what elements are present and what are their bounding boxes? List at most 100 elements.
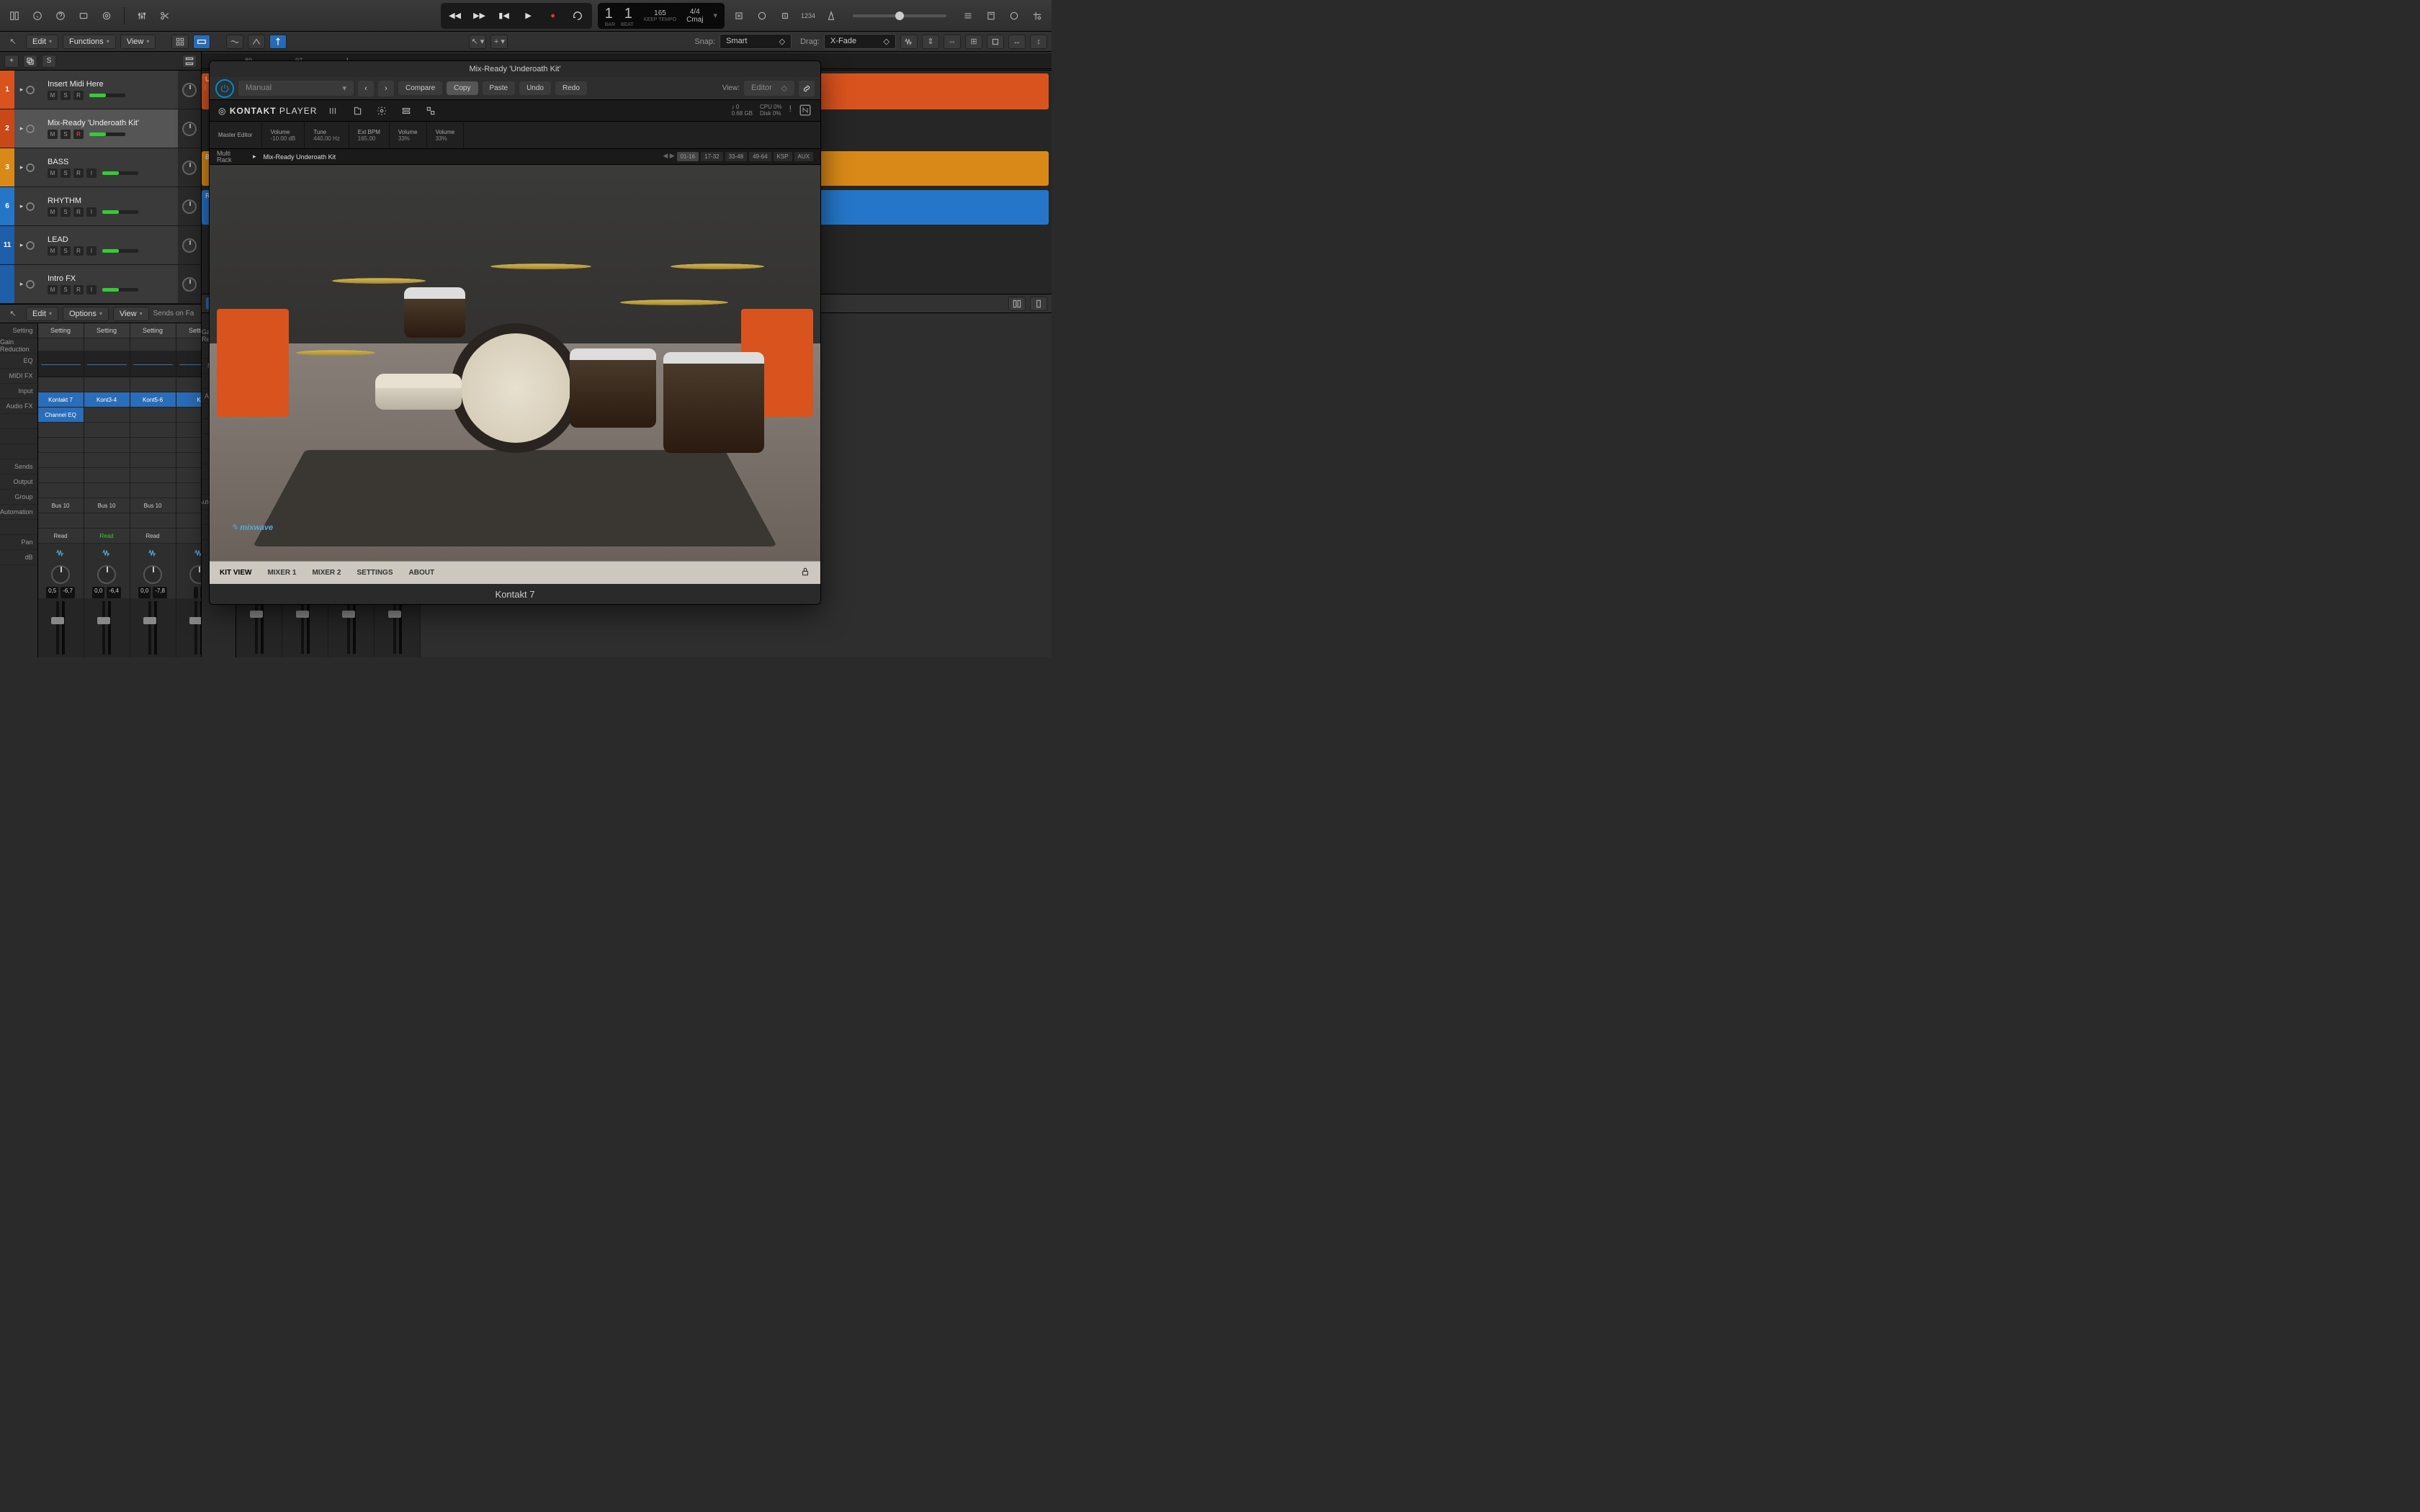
quicksampler-icon[interactable] <box>98 7 115 24</box>
compare-button[interactable]: Compare <box>398 81 442 95</box>
kontakt-files-icon[interactable] <box>349 102 366 120</box>
lcd-display[interactable]: 1 1 BAR BEAT 165KEEP TEMPO 4/4Cmaj ▾ <box>598 3 725 29</box>
catch-icon[interactable] <box>269 35 287 49</box>
rack-tom[interactable] <box>404 287 465 338</box>
floor-tom-1[interactable] <box>570 348 656 428</box>
pan-knob[interactable] <box>182 161 197 175</box>
autopunch-icon[interactable] <box>753 7 771 24</box>
vzoom-icon[interactable]: ⇕ <box>922 35 939 49</box>
input-monitor-button[interactable]: I <box>86 207 97 217</box>
audiofx-slot[interactable] <box>130 438 176 453</box>
fader[interactable] <box>176 598 201 657</box>
solo-button[interactable]: S <box>60 168 71 178</box>
pan-knob[interactable] <box>182 122 197 136</box>
group-slot[interactable] <box>176 513 201 528</box>
link-button[interactable] <box>799 81 815 96</box>
kick-drum[interactable] <box>451 323 581 453</box>
pan-knob[interactable] <box>143 565 162 584</box>
pan-knob[interactable] <box>189 565 201 584</box>
plugin-prev-button[interactable]: ‹ <box>358 81 374 96</box>
waveform-zoom-icon[interactable] <box>900 35 918 49</box>
solo-button[interactable]: S <box>60 285 71 294</box>
track-row[interactable]: 1 ▸ Insert Midi Here M S R <box>0 71 201 109</box>
zoom-icon[interactable] <box>987 35 1004 49</box>
output-slot[interactable]: Bus 10 <box>84 498 130 513</box>
copy-button[interactable]: Copy <box>447 81 478 95</box>
help-icon[interactable] <box>52 7 69 24</box>
floor-tom-2[interactable] <box>663 352 764 453</box>
volume-slider[interactable] <box>102 249 138 253</box>
mute-button[interactable]: M <box>48 285 58 294</box>
kontakt-kit-view[interactable]: ✎ mixwave <box>210 165 820 561</box>
wide-channel-icon[interactable] <box>1008 297 1026 311</box>
audiofx-slot[interactable] <box>84 438 130 453</box>
volume-slider[interactable] <box>102 171 138 175</box>
sends-slot[interactable] <box>130 483 176 498</box>
pan-knob[interactable] <box>182 238 197 253</box>
volume-slider[interactable] <box>102 210 138 214</box>
output-slot[interactable]: Bus 10 <box>38 498 84 513</box>
plugin-window-title[interactable]: Mix-Ready 'Underoath Kit' <box>210 61 820 77</box>
master-param[interactable]: Master Editor <box>210 122 262 148</box>
mixer-view-menu[interactable]: View <box>113 307 149 321</box>
flex-icon[interactable] <box>226 35 243 49</box>
volume-slider[interactable] <box>89 132 125 136</box>
view-menu[interactable]: View <box>120 35 156 49</box>
record-enable-button[interactable]: R <box>73 207 84 217</box>
hzoom-icon[interactable]: ⇔ <box>944 35 961 49</box>
input-slot[interactable]: K <box>176 392 201 408</box>
setting-slot[interactable]: Setting <box>38 323 84 338</box>
mute-button[interactable]: M <box>48 168 58 178</box>
audiofx-slot[interactable]: Channel EQ <box>38 408 84 423</box>
kontakt-options-icon[interactable] <box>373 102 390 120</box>
record-enable-button[interactable]: R <box>73 285 84 294</box>
vzoom2-icon[interactable]: ↕ <box>1030 35 1047 49</box>
input-monitor-button[interactable]: I <box>86 285 97 294</box>
setting-slot[interactable]: Setting <box>84 323 130 338</box>
eq-thumbnail[interactable] <box>84 351 130 377</box>
record-enable-button[interactable]: R <box>73 168 84 178</box>
region-view-icon[interactable] <box>193 35 210 49</box>
audiofx-slot[interactable] <box>130 453 176 468</box>
forward-button[interactable]: ▶▶ <box>468 6 491 26</box>
group-slot[interactable] <box>84 513 130 528</box>
output-page[interactable]: 17-32 <box>701 152 722 161</box>
group-slot[interactable] <box>38 513 84 528</box>
pointer-tool-icon[interactable]: ↖ ▾ <box>469 35 486 49</box>
kontakt-tab[interactable]: ABOUT <box>409 569 435 577</box>
kontakt-tab[interactable]: SETTINGS <box>357 569 393 577</box>
audiofx-slot[interactable] <box>130 468 176 483</box>
browser-icon[interactable] <box>1028 7 1046 24</box>
input-slot[interactable]: Kontakt 7 <box>38 392 84 408</box>
pan-knob[interactable] <box>182 277 197 292</box>
plugin-preset-select[interactable]: Manual▾ <box>238 81 354 96</box>
snare-drum[interactable] <box>375 374 462 410</box>
redo-button[interactable]: Redo <box>555 81 587 95</box>
input-slot[interactable]: Kont5-6 <box>130 392 176 408</box>
channel-strip[interactable]: Setting Kont3-4 Bus 10 Read 0,0-6,4 <box>84 323 130 657</box>
mute-button[interactable]: M <box>48 246 58 256</box>
mixer-edit-menu[interactable]: Edit <box>26 307 58 321</box>
hihat-cymbal[interactable] <box>295 350 376 356</box>
input-slot[interactable]: Kont3-4 <box>84 392 130 408</box>
lock-icon[interactable] <box>800 567 810 579</box>
plugin-power-button[interactable] <box>215 79 234 98</box>
mixer-options-menu[interactable]: Options <box>63 307 109 321</box>
scissors-icon[interactable] <box>156 7 174 24</box>
eq-thumbnail[interactable] <box>130 351 176 377</box>
output-page[interactable]: AUX <box>794 152 813 161</box>
crash-left-cymbal[interactable] <box>331 278 427 284</box>
list-view-icon[interactable] <box>959 7 977 24</box>
output-slot[interactable]: Bus 10 <box>130 498 176 513</box>
snap-select[interactable]: Smart◇ <box>720 34 792 49</box>
track-icon[interactable]: ▸ <box>14 226 43 264</box>
audiofx-slot[interactable] <box>84 423 130 438</box>
channel-strip[interactable]: Setting Kont5-6 Bus 10 Read 0,0-7,8 <box>130 323 176 657</box>
kontakt-tab[interactable]: MIXER 1 <box>267 569 296 577</box>
solo-button[interactable]: S <box>60 130 71 139</box>
input-monitor-button[interactable]: I <box>86 168 97 178</box>
track-filter-button[interactable] <box>182 55 197 68</box>
rewind-button[interactable]: ◀◀ <box>444 6 467 26</box>
sends-slot[interactable] <box>38 483 84 498</box>
metronome-icon[interactable] <box>823 7 840 24</box>
